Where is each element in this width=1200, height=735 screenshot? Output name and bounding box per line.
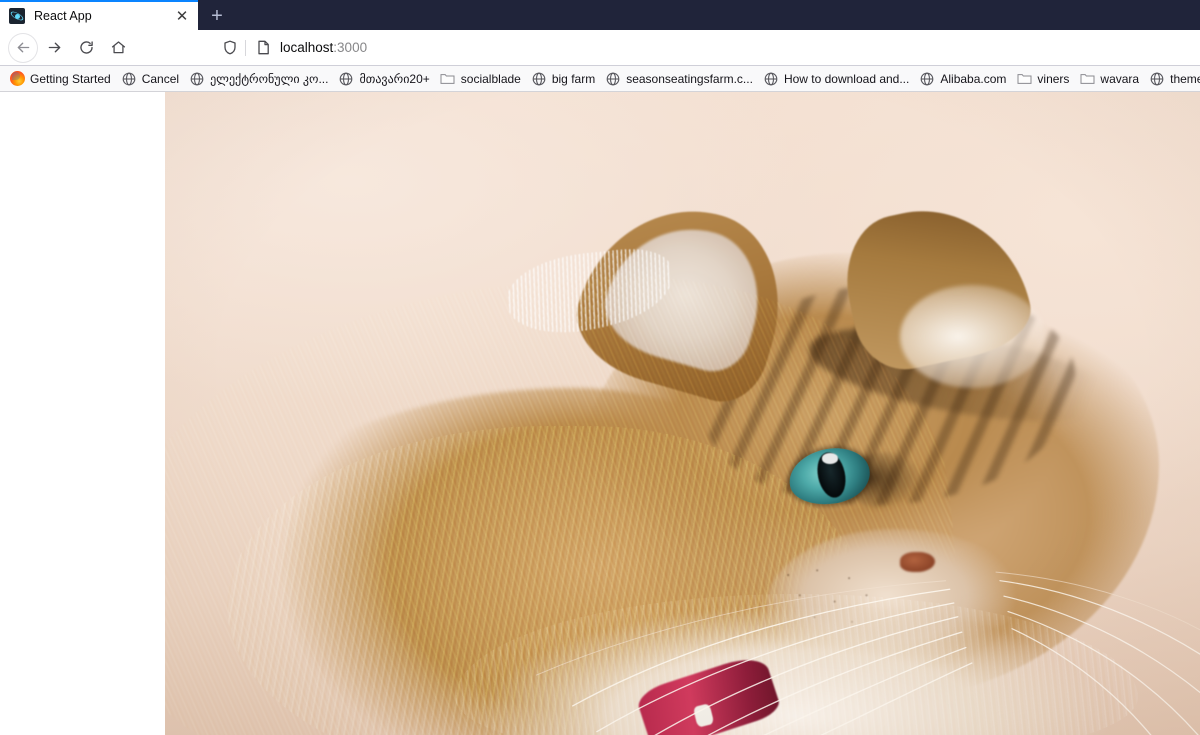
bookmark-label: socialblade: [460, 71, 521, 86]
bookmark-label: big farm: [551, 71, 596, 86]
navigation-toolbar: localhost:3000: [0, 30, 1200, 66]
browser-window: React App ✕ + localhost:3000 Getting Sta…: [0, 0, 1200, 735]
bookmark-themes[interactable]: themes: [1144, 69, 1200, 89]
bookmark-cancel[interactable]: Cancel: [116, 69, 184, 89]
bookmark-electronic-ko[interactable]: ელექტრონული კო...: [184, 69, 333, 89]
bookmark-label: Cancel: [141, 71, 180, 86]
address-host: localhost: [280, 40, 334, 55]
tab-react-app[interactable]: React App ✕: [0, 0, 198, 30]
arrow-left-icon: [17, 42, 29, 53]
bookmark-label: viners: [1037, 71, 1070, 86]
new-tab-button[interactable]: +: [198, 2, 236, 30]
reload-button[interactable]: [70, 33, 102, 63]
reload-icon: [79, 41, 93, 54]
address-separator: [245, 39, 246, 56]
page-content: [0, 92, 1200, 735]
bookmark-label: themes: [1170, 71, 1200, 86]
page-icon[interactable]: [254, 38, 272, 58]
globe-icon: [338, 71, 354, 87]
globe-icon: [605, 71, 621, 87]
react-logo-icon: [9, 8, 25, 24]
bookmark-getting-started[interactable]: Getting Started: [4, 69, 116, 89]
forward-button[interactable]: [38, 33, 70, 63]
globe-icon: [121, 71, 137, 87]
globe-icon: [189, 71, 205, 87]
globe-icon: [1149, 71, 1165, 87]
bookmark-folder-viners[interactable]: viners: [1011, 69, 1074, 89]
address-port: :3000: [333, 40, 368, 55]
page-left-gutter: [0, 92, 165, 735]
bookmark-label: wavara: [1100, 71, 1140, 86]
folder-icon: [1079, 71, 1095, 87]
photo-vignette: [165, 92, 1200, 735]
firefox-icon: [9, 71, 25, 87]
address-text[interactable]: localhost:3000: [280, 40, 367, 55]
bookmark-label: მთავარი20+: [359, 71, 430, 86]
bookmark-folder-socialblade[interactable]: socialblade: [435, 69, 526, 89]
bookmark-label: How to download and...: [783, 71, 910, 86]
shield-icon[interactable]: [219, 38, 241, 58]
bookmark-label: Alibaba.com: [940, 71, 1007, 86]
globe-icon: [763, 71, 779, 87]
bookmark-big-farm[interactable]: big farm: [526, 69, 600, 89]
folder-icon: [440, 71, 456, 87]
bookmark-seasonseatingsfarm[interactable]: seasonseatingsfarm.c...: [600, 69, 758, 89]
globe-icon: [531, 71, 547, 87]
arrow-right-icon: [48, 42, 60, 53]
bookmark-how-to-download[interactable]: How to download and...: [758, 69, 914, 89]
home-icon: [111, 41, 125, 54]
bookmark-mtavari20[interactable]: მთავარი20+: [333, 69, 434, 89]
bookmark-folder-wavara[interactable]: wavara: [1074, 69, 1144, 89]
bookmark-label: seasonseatingsfarm.c...: [626, 71, 753, 86]
folder-icon: [1016, 71, 1032, 87]
tab-title: React App: [34, 9, 92, 23]
cat-photo: [165, 92, 1200, 735]
address-bar[interactable]: localhost:3000: [213, 33, 1192, 62]
close-icon[interactable]: ✕: [172, 6, 192, 26]
bookmark-label: Getting Started: [30, 71, 111, 86]
back-button[interactable]: [8, 33, 38, 63]
globe-icon: [919, 71, 935, 87]
bookmarks-bar: Getting Started Cancel ელექტრონული კო...…: [0, 66, 1200, 92]
tab-strip: React App ✕ +: [0, 0, 1200, 30]
bookmark-label: ელექტრონული კო...: [210, 71, 329, 86]
bookmark-alibaba[interactable]: Alibaba.com: [914, 69, 1011, 89]
home-button[interactable]: [102, 33, 134, 63]
